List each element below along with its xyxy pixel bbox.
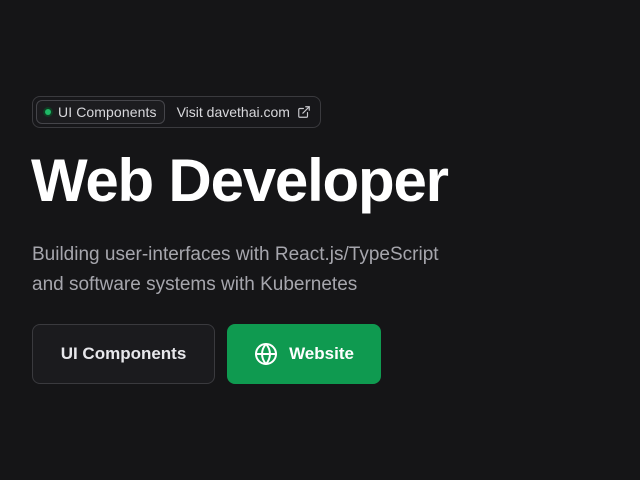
announcement-badge: UI Components Visit davethai.com: [32, 96, 321, 128]
visit-link-label: Visit davethai.com: [176, 104, 290, 120]
tag-label: UI Components: [58, 104, 157, 120]
website-button-label: Website: [289, 344, 354, 363]
external-link-icon: [298, 106, 310, 118]
ui-components-tag[interactable]: UI Components: [36, 100, 165, 124]
ui-components-button[interactable]: UI Components: [32, 324, 215, 384]
visit-website-link[interactable]: Visit davethai.com: [177, 104, 311, 120]
page-title: Web Developer: [31, 147, 449, 214]
website-button[interactable]: Website: [227, 324, 381, 384]
hero-description: Building user-interfaces with React.js/T…: [32, 240, 552, 300]
status-dot-icon: [43, 107, 53, 117]
description-line: Building user-interfaces with React.js/T…: [32, 244, 439, 265]
description-line: and software systems with Kubernetes: [32, 274, 358, 295]
ui-components-button-label: UI Components: [60, 344, 187, 363]
globe-icon: [255, 343, 278, 365]
